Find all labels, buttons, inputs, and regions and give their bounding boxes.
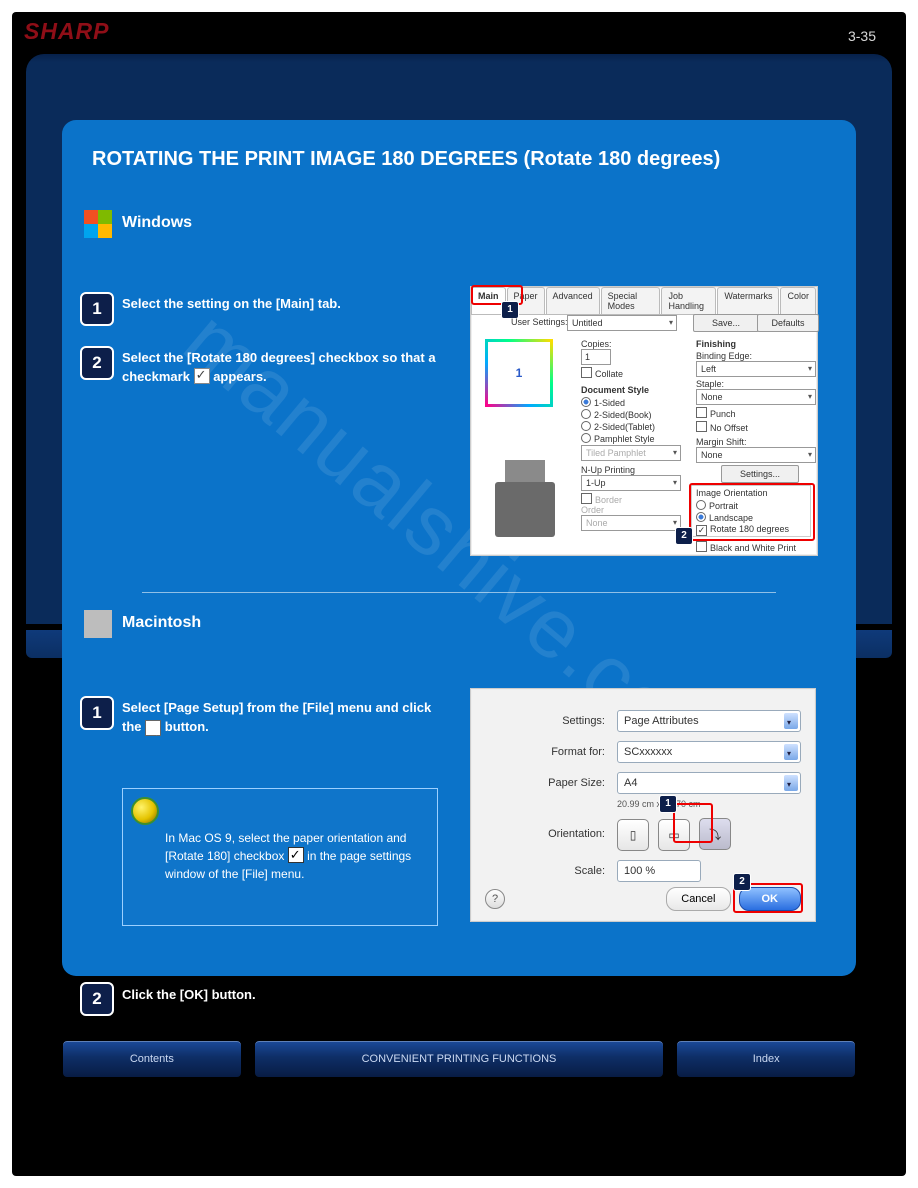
note-checkmark-icon — [288, 847, 304, 863]
bw-check[interactable]: Black and White Print — [696, 541, 796, 553]
mac-heading: Macintosh — [122, 614, 201, 632]
mac-settings-dropdown[interactable]: Page Attributes — [617, 710, 801, 732]
cancel-button[interactable]: Cancel — [666, 887, 730, 911]
save-button[interactable]: Save... — [693, 314, 759, 332]
step-2-text: Select the [Rotate 180 degrees] checkbox… — [122, 349, 442, 387]
staple-dropdown[interactable]: None — [696, 389, 816, 405]
lightbulb-icon — [131, 797, 159, 825]
mac-callout-1: 1 — [659, 795, 677, 813]
user-settings-label: User Settings: — [511, 317, 568, 327]
mac-settings-label: Settings: — [485, 715, 617, 727]
order-dropdown[interactable]: None — [581, 515, 681, 531]
step-2b: appears. — [213, 369, 266, 384]
page-number: 3-35 — [848, 28, 876, 44]
flip-icon: ⤵ — [145, 720, 161, 736]
page-preview: 1 — [485, 339, 553, 407]
content-card: manualshive.com ROTATING THE PRINT IMAGE… — [62, 120, 856, 976]
mac-icon — [84, 610, 112, 638]
printer-illustration — [485, 437, 565, 537]
preview-number: 1 — [516, 366, 523, 380]
settings-button[interactable]: Settings... — [721, 465, 799, 483]
no-offset-check[interactable]: No Offset — [696, 421, 748, 433]
binding-edge-label: Binding Edge: — [696, 351, 752, 361]
contents-button[interactable]: Contents — [62, 1040, 242, 1078]
tab-advanced[interactable]: Advanced — [546, 287, 600, 314]
callout-2: 2 — [675, 527, 693, 545]
bottom-buttons: Contents CONVENIENT PRINTING FUNCTIONS I… — [62, 1040, 856, 1078]
outer-frame: SHARP 3-35 manualshive.com ROTATING THE … — [12, 12, 906, 1176]
mac-scale-label: Scale: — [485, 865, 617, 877]
mac-orient-label: Orientation: — [485, 828, 617, 840]
tiled-pamphlet-dropdown[interactable]: Tiled Pamphlet — [581, 445, 681, 461]
section-button[interactable]: CONVENIENT PRINTING FUNCTIONS — [254, 1040, 665, 1078]
page: SHARP 3-35 manualshive.com ROTATING THE … — [0, 0, 918, 1188]
step-1-badge: 1 — [80, 292, 114, 326]
windows-heading: Windows — [122, 214, 192, 232]
finishing-label: Finishing — [696, 339, 736, 349]
step-1-bold: Select the setting on the [Main] tab. — [122, 296, 341, 311]
step-2a: Select the [Rotate 180 degrees] checkbox… — [122, 350, 436, 384]
help-button[interactable]: ? — [485, 889, 505, 909]
section-title: ROTATING THE PRINT IMAGE 180 DEGREES (Ro… — [92, 148, 720, 171]
mac-format-dropdown[interactable]: SCxxxxxx — [617, 741, 801, 763]
mac-format-label: Format for: — [485, 746, 617, 758]
tab-special[interactable]: Special Modes — [601, 287, 661, 314]
step-2-badge: 2 — [80, 346, 114, 380]
collate-check[interactable]: Collate — [581, 367, 623, 379]
doc-style-label: Document Style — [581, 385, 649, 395]
user-settings-dropdown[interactable]: Untitled — [567, 315, 677, 331]
orient-portrait-button[interactable]: ▯ — [617, 819, 649, 851]
separator — [142, 592, 776, 593]
checkmark-icon — [194, 368, 210, 384]
brand-logo: SHARP — [24, 18, 110, 45]
binding-edge-dropdown[interactable]: Left — [696, 361, 816, 377]
radio-2sided-book[interactable]: 2-Sided(Book) — [581, 409, 652, 420]
border-check[interactable]: Border — [581, 493, 622, 505]
index-button[interactable]: Index — [676, 1040, 856, 1078]
mac-paper-dims-row: 20.99 cm x 29.70 cm — [485, 799, 801, 809]
mac-step-1-text: Select [Page Setup] from the [File] menu… — [122, 699, 442, 737]
staple-label: Staple: — [696, 379, 724, 389]
step-1-text: Select the setting on the [Main] tab. — [122, 295, 442, 314]
windows-driver-screenshot: Main Paper Advanced Special Modes Job Ha… — [470, 286, 818, 556]
mac-orient-row: Orientation: ▯ ▭ ⤵ — [485, 818, 801, 851]
copies-label: Copies: — [581, 339, 612, 349]
mac-scale-field[interactable]: 100 % — [617, 860, 701, 882]
tab-color[interactable]: Color — [780, 287, 816, 314]
defaults-button[interactable]: Defaults — [757, 314, 819, 332]
punch-check[interactable]: Punch — [696, 407, 736, 419]
nup-dropdown[interactable]: 1-Up — [581, 475, 681, 491]
mac-scale-row: Scale: 100 % — [485, 860, 801, 882]
mac-paper-label: Paper Size: — [485, 777, 617, 789]
mac-paper-dropdown[interactable]: A4 — [617, 772, 801, 794]
mac-callout-2: 2 — [733, 873, 751, 891]
mac-step-1-badge: 1 — [80, 696, 114, 730]
margin-shift-dropdown[interactable]: None — [696, 447, 816, 463]
order-label: Order — [581, 505, 604, 515]
radio-2sided-tablet[interactable]: 2-Sided(Tablet) — [581, 421, 655, 432]
tab-job[interactable]: Job Handling — [661, 287, 716, 314]
mac-step1b: button. — [165, 719, 209, 734]
mac-settings-row: Settings: Page Attributes — [485, 710, 801, 732]
mac-step2: Click the [OK] button. — [122, 987, 256, 1002]
highlight-flip-button — [673, 803, 713, 843]
tab-watermarks[interactable]: Watermarks — [717, 287, 779, 314]
mac-step-2-text: Click the [OK] button. — [122, 986, 442, 1005]
mac-paper-row: Paper Size: A4 — [485, 772, 801, 794]
highlight-orientation — [689, 483, 815, 541]
mac-page-setup-screenshot: Settings: Page Attributes Format for: SC… — [470, 688, 816, 922]
margin-shift-label: Margin Shift: — [696, 437, 747, 447]
radio-pamphlet[interactable]: Pamphlet Style — [581, 433, 655, 444]
mac-step-2-badge: 2 — [80, 982, 114, 1016]
copies-field[interactable]: 1 — [581, 349, 611, 365]
radio-1sided[interactable]: 1-Sided — [581, 397, 625, 408]
mac-format-row: Format for: SCxxxxxx — [485, 741, 801, 763]
note-box: In Mac OS 9, select the paper orientatio… — [122, 788, 438, 926]
windows-icon — [84, 210, 112, 238]
nup-label: N-Up Printing — [581, 465, 635, 475]
